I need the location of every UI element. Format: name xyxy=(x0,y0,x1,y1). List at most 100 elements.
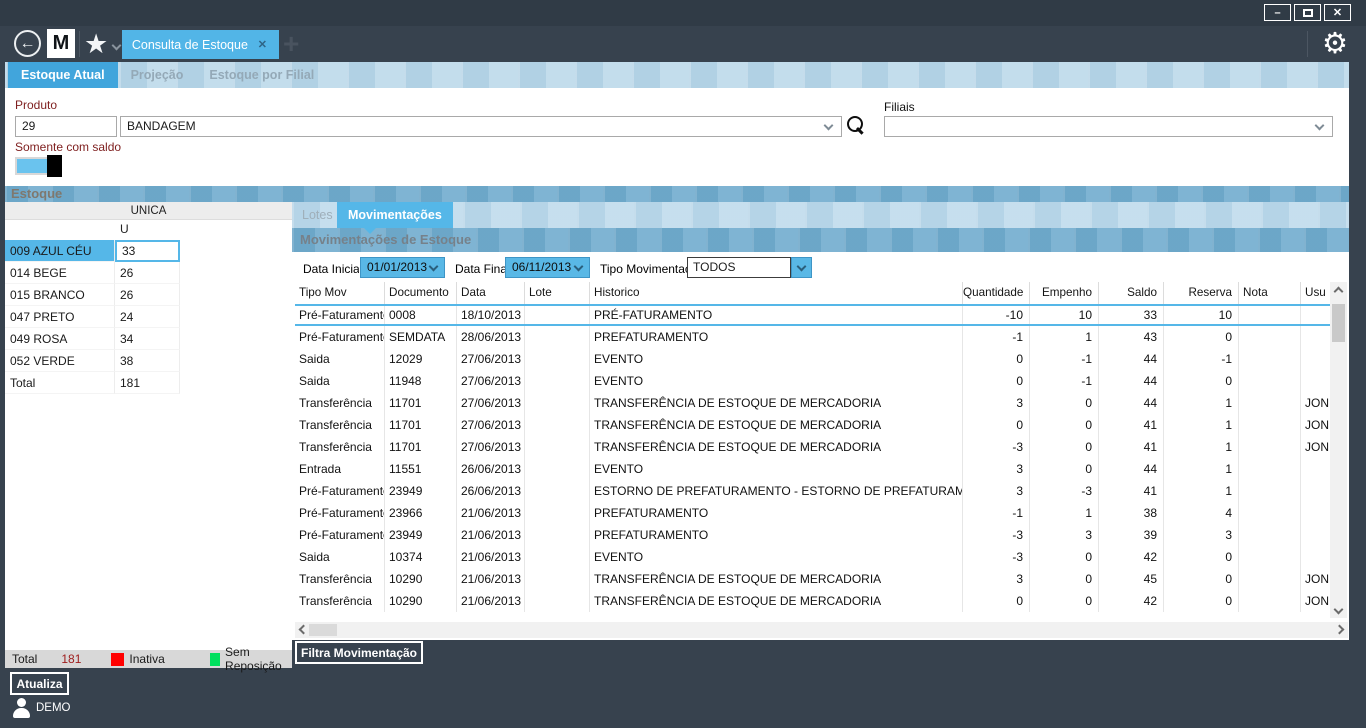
data-final-picker[interactable]: 06/11/2013 xyxy=(505,257,590,278)
cell-saldo: 45 xyxy=(1099,568,1164,590)
table-row[interactable]: Transferência 11701 27/06/2013 TRANSFERÊ… xyxy=(295,392,1330,414)
stock-row[interactable]: 049 ROSA 34 xyxy=(5,328,181,350)
cell-nota xyxy=(1239,414,1301,436)
cell-empenho: -3 xyxy=(1030,480,1099,502)
stock-row[interactable]: 015 BRANCO 26 xyxy=(5,284,181,306)
cell-usuario xyxy=(1301,546,1330,568)
user-row: DEMO xyxy=(13,698,71,718)
cell-reserva: 0 xyxy=(1164,370,1239,392)
data-inicial-picker[interactable]: 01/01/2013 xyxy=(360,257,445,278)
cell-saldo: 42 xyxy=(1099,590,1164,612)
stock-color-name: 014 BEGE xyxy=(5,262,115,284)
col-tipo-mov[interactable]: Tipo Mov xyxy=(295,282,385,304)
table-row[interactable]: Pré-Faturamento 23966 21/06/2013 PREFATU… xyxy=(295,502,1330,524)
scroll-up-icon[interactable] xyxy=(1334,287,1344,297)
cell-quantidade: 0 xyxy=(963,348,1030,370)
table-row[interactable]: Entrada 11551 26/06/2013 EVENTO 3 0 44 1 xyxy=(295,458,1330,480)
scroll-left-icon[interactable] xyxy=(299,625,309,635)
view-tab[interactable]: Estoque Atual xyxy=(8,62,118,88)
cell-saldo: 44 xyxy=(1099,348,1164,370)
cell-lote xyxy=(525,436,590,458)
table-row[interactable]: Pré-Faturamento 0008 18/10/2013 PRÉ-FATU… xyxy=(295,304,1330,326)
cell-saldo: 43 xyxy=(1099,326,1164,348)
table-row[interactable]: Transferência 11701 27/06/2013 TRANSFERÊ… xyxy=(295,414,1330,436)
table-row[interactable]: Saida 10374 21/06/2013 EVENTO -3 0 42 0 xyxy=(295,546,1330,568)
filiais-combobox[interactable] xyxy=(884,116,1333,137)
filtra-movimentacao-button[interactable]: Filtra Movimentação xyxy=(295,641,423,664)
col-usuario[interactable]: Usu xyxy=(1301,282,1330,304)
cell-documento: 0008 xyxy=(385,306,457,324)
tipo-movimentacao-input[interactable]: TODOS xyxy=(687,257,791,278)
minimize-button[interactable]: – xyxy=(1264,4,1291,21)
tab-lotes[interactable]: Lotes xyxy=(302,202,333,228)
tipo-chevron-down-icon xyxy=(797,262,807,272)
back-button[interactable]: ← xyxy=(14,30,41,57)
col-saldo[interactable]: Saldo xyxy=(1099,282,1164,304)
col-historico[interactable]: Historico xyxy=(590,282,963,304)
tipo-movimentacao-dropdown-button[interactable] xyxy=(791,257,812,278)
horizontal-scroll-thumb[interactable] xyxy=(309,624,337,636)
cell-nota xyxy=(1239,392,1301,414)
vertical-scrollbar[interactable] xyxy=(1330,282,1347,618)
cell-data: 21/06/2013 xyxy=(457,546,525,568)
somente-saldo-toggle[interactable] xyxy=(15,157,62,175)
table-row[interactable]: Pré-Faturamento 23949 26/06/2013 ESTORNO… xyxy=(295,480,1330,502)
maximize-button[interactable] xyxy=(1294,4,1321,21)
scroll-right-icon[interactable] xyxy=(1335,625,1345,635)
table-row[interactable]: Saida 11948 27/06/2013 EVENTO 0 -1 44 0 xyxy=(295,370,1330,392)
cell-usuario xyxy=(1301,370,1330,392)
stock-row[interactable]: 052 VERDE 38 xyxy=(5,350,181,372)
favorites-star-icon[interactable]: ★ xyxy=(84,27,108,61)
window-controls: – ✕ xyxy=(1264,4,1351,21)
cell-lote xyxy=(525,458,590,480)
document-tab[interactable]: Consulta de Estoque ✕ xyxy=(122,30,279,59)
vertical-scroll-thumb[interactable] xyxy=(1332,304,1345,342)
cell-quantidade: 3 xyxy=(963,392,1030,414)
table-row[interactable]: Transferência 10290 21/06/2013 TRANSFERÊ… xyxy=(295,590,1330,612)
search-icon[interactable] xyxy=(847,116,866,135)
filter-zone: Produto 29 BANDAGEM Filiais Somente com … xyxy=(5,88,1349,186)
user-icon xyxy=(13,698,30,718)
view-tab[interactable]: Estoque por Filial xyxy=(196,62,327,88)
col-reserva[interactable]: Reserva xyxy=(1164,282,1239,304)
table-row[interactable]: Pré-Faturamento SEMDATA 28/06/2013 PREFA… xyxy=(295,326,1330,348)
data-final-chevron-down-icon xyxy=(574,262,584,272)
cell-nota xyxy=(1239,306,1301,324)
new-tab-icon[interactable]: + xyxy=(283,26,299,62)
stock-row[interactable]: 047 PRETO 24 xyxy=(5,306,181,328)
cell-usuario xyxy=(1301,480,1330,502)
table-row[interactable]: Transferência 11701 27/06/2013 TRANSFERÊ… xyxy=(295,436,1330,458)
col-documento[interactable]: Documento xyxy=(385,282,457,304)
atualiza-button[interactable]: Atualiza xyxy=(10,672,69,695)
produto-name-combobox[interactable]: BANDAGEM xyxy=(120,116,842,137)
stock-row[interactable]: Total 181 xyxy=(5,372,181,394)
data-inicial-value: 01/01/2013 xyxy=(367,260,427,274)
table-row[interactable]: Transferência 10290 21/06/2013 TRANSFERÊ… xyxy=(295,568,1330,590)
scroll-down-icon[interactable] xyxy=(1334,605,1344,615)
table-row[interactable]: Pré-Faturamento 23949 21/06/2013 PREFATU… xyxy=(295,524,1330,546)
produto-code-input[interactable]: 29 xyxy=(15,116,117,137)
movement-section-bar: Movimentações de Estoque xyxy=(292,228,1349,252)
stock-row[interactable]: 014 BEGE 26 xyxy=(5,262,181,284)
table-row[interactable]: Saida 12029 27/06/2013 EVENTO 0 -1 44 -1 xyxy=(295,348,1330,370)
view-tab[interactable]: Projeção xyxy=(118,62,197,88)
cell-historico: TRANSFERÊNCIA DE ESTOQUE DE MERCADORIA xyxy=(590,568,963,590)
stock-row[interactable]: 009 AZUL CÉU 33 xyxy=(5,240,181,262)
somente-saldo-label: Somente com saldo xyxy=(15,140,121,154)
col-quantidade[interactable]: Quantidade xyxy=(963,282,1030,304)
col-nota[interactable]: Nota xyxy=(1239,282,1301,304)
horizontal-scrollbar[interactable] xyxy=(295,622,1348,638)
col-lote[interactable]: Lote xyxy=(525,282,590,304)
close-button[interactable]: ✕ xyxy=(1324,4,1351,21)
cell-historico: TRANSFERÊNCIA DE ESTOQUE DE MERCADORIA xyxy=(590,590,963,612)
cell-reserva: 1 xyxy=(1164,392,1239,414)
settings-gear-icon[interactable]: ⚙ xyxy=(1322,26,1348,62)
tab-movimentacoes[interactable]: Movimentações xyxy=(337,202,453,228)
cell-tipo: Saida xyxy=(295,546,385,568)
cell-usuario xyxy=(1301,306,1330,324)
favorites-chevron-down-icon[interactable] xyxy=(112,41,122,51)
col-data[interactable]: Data xyxy=(457,282,525,304)
col-empenho[interactable]: Empenho xyxy=(1030,282,1099,304)
cell-empenho: 3 xyxy=(1030,524,1099,546)
tab-close-icon[interactable]: ✕ xyxy=(258,38,279,51)
